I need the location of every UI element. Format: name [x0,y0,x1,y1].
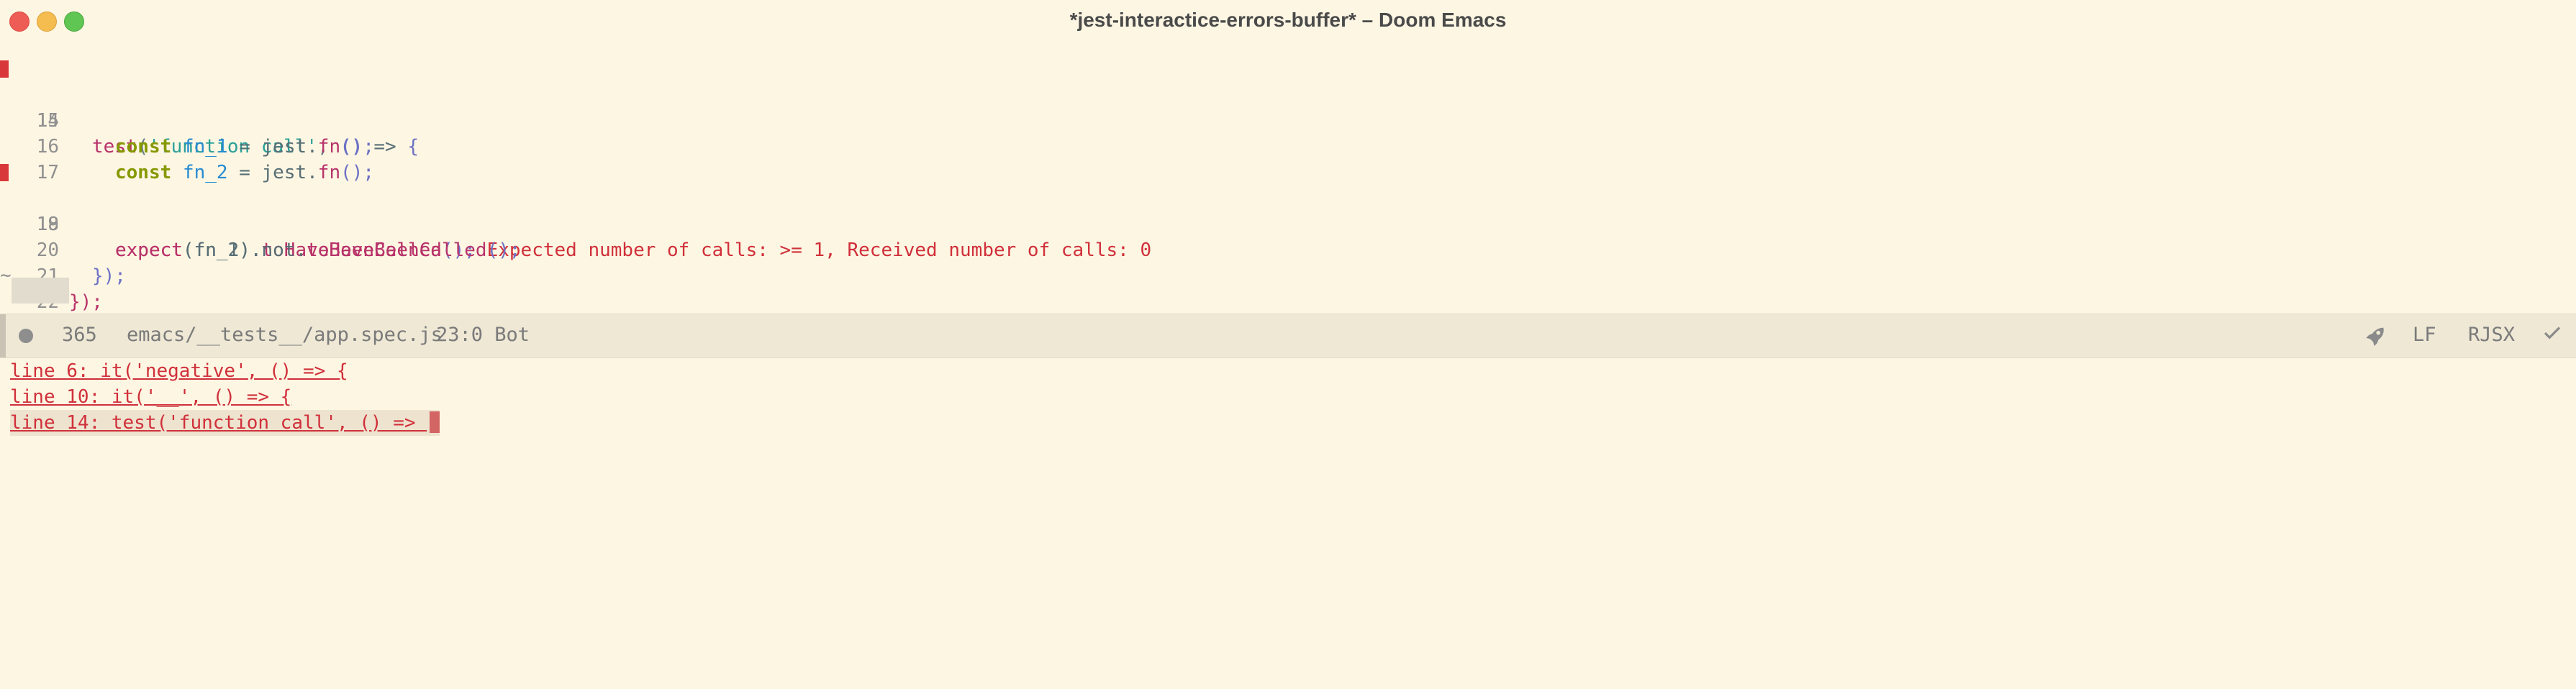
window-title: *jest-interactice-errors-buffer* – Doom … [1069,9,1507,31]
code-line[interactable]: 22 [0,263,2576,313]
buffer-state-icon [19,329,33,343]
editor-cursor [12,278,69,304]
major-mode-indicator[interactable]: RJSX [2468,324,2515,346]
error-fringe-marker [0,60,9,78]
error-list-item[interactable]: line 6: it('negative', () => { [10,358,348,384]
error-fringe-marker [0,164,9,181]
code-token: }); [69,291,103,313]
error-list-item[interactable]: line 10: it('__', () => { [10,384,291,410]
error-list-item-label: line 14: test('function call', () => [10,412,427,434]
code-line[interactable]: 18 expect(fn_1).toHaveBeenCalled(); Expe… [0,160,2576,261]
code-line[interactable]: 21 }); [0,237,2576,313]
buffer-file-path[interactable]: emacs/__tests__/app.spec.js [127,324,443,346]
rocket-icon [2363,324,2387,354]
empty-line-marker: ~ [0,265,12,286]
code-line[interactable]: 15 const fn_1 = jest.fn(); [0,82,2576,158]
check-icon [2541,322,2563,350]
cursor-position: 23:0 Bot [436,324,530,346]
mode-line-bar [0,314,6,357]
code-line[interactable]: 19 expect(fn_2).not.toHaveBeenCalled(); [0,186,2576,261]
line-ending-indicator[interactable]: LF [2413,324,2436,346]
code-line[interactable]: 17 [0,134,2576,183]
code-line[interactable]: 20 }); [0,211,2576,287]
buffer-size: 365 [62,324,97,346]
text-cursor [430,411,440,433]
code-line[interactable]: 14 test('function call', () => { [0,56,2576,158]
title-bar: *jest-interactice-errors-buffer* – Doom … [0,0,2576,42]
code-editor[interactable]: 14 test('function call', () => { 15 cons… [0,43,2576,313]
code-line[interactable]: 16 const fn_2 = jest.fn(); [0,108,2576,183]
error-list-item-selected[interactable]: line 14: test('function call', () => [10,410,440,436]
mode-line: 365 emacs/__tests__/app.spec.js 23:0 Bot… [0,314,2576,358]
